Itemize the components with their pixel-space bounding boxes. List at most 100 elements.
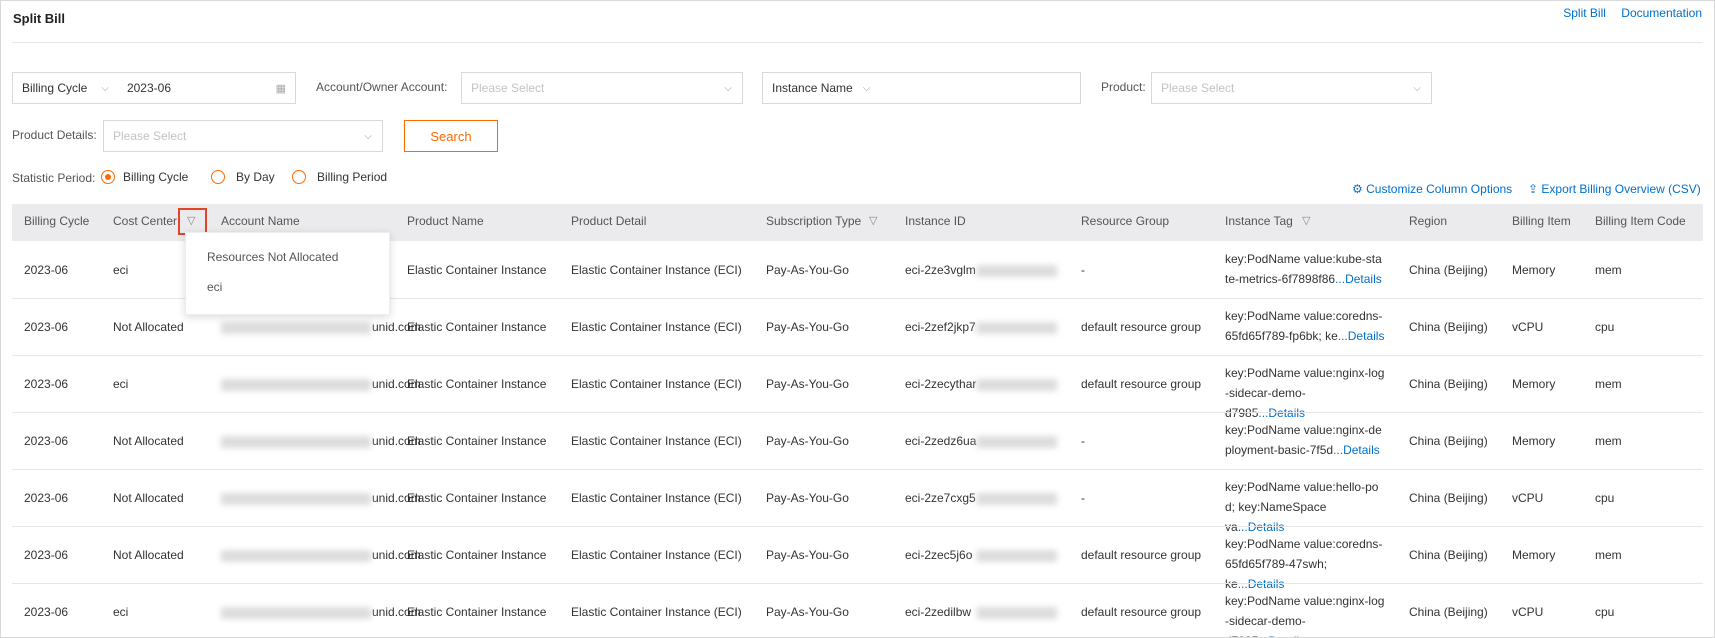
tag-line: -sidecar-demo-d7985...Details <box>1225 611 1385 637</box>
td-product-detail: Elastic Container Instance (ECI) <box>571 377 742 391</box>
td-billing-cycle: 2023-06 <box>24 434 69 448</box>
details-link[interactable]: ...Details <box>1238 520 1285 534</box>
account-suffix: unid.com <box>372 434 421 448</box>
td-billing-item-code: cpu <box>1595 491 1615 505</box>
chevron-down-icon: ⌵ <box>862 82 871 94</box>
blurred-text <box>977 265 1057 277</box>
top-links: Split Bill Documentation <box>1551 6 1702 20</box>
row-divider <box>12 526 1703 527</box>
details-link[interactable]: ...Details <box>1333 443 1380 457</box>
td-billing-cycle: 2023-06 <box>24 491 69 505</box>
td-billing-item: Memory <box>1512 548 1556 562</box>
search-button[interactable]: Search <box>404 120 498 152</box>
dropdown-option-eci[interactable]: eci <box>186 264 389 294</box>
td-account-name: unid.com <box>221 320 421 334</box>
radio-billing-cycle[interactable]: Billing Cycle <box>101 170 188 184</box>
tag-line: key:PodName value:nginx-log <box>1225 594 1385 608</box>
row-divider <box>12 469 1703 470</box>
tag-text: ployment-basic-7f5d <box>1225 443 1334 457</box>
details-link[interactable]: ...Details <box>1258 406 1305 420</box>
td-billing-cycle: 2023-06 <box>24 605 69 619</box>
td-region: China (Beijing) <box>1409 320 1488 334</box>
chevron-down-icon: ⌵ <box>101 82 109 94</box>
th-product-name: Product Name <box>407 214 484 228</box>
page-title: Split Bill <box>13 11 65 26</box>
td-instance-id: eci-2zecythar <box>905 377 977 391</box>
tag-line: ployment-basic-7f5d...Details <box>1225 440 1385 460</box>
split-bill-link[interactable]: Split Bill <box>1563 6 1606 20</box>
export-button[interactable]: ⇪ Export Billing Overview (CSV) <box>1528 182 1701 196</box>
td-region: China (Beijing) <box>1409 548 1488 562</box>
billing-cycle-value[interactable]: 2023-06 <box>127 81 171 95</box>
radio-billing-period-label: Billing Period <box>317 170 388 184</box>
td-product-name: Elastic Container Instance <box>407 263 547 277</box>
tag-line: d; key:NameSpace va...Details <box>1225 497 1385 537</box>
td-billing-item-code: mem <box>1595 434 1622 448</box>
th-resource-group: Resource Group <box>1081 214 1170 228</box>
td-instance-id: eci-2ze7cxg5 <box>905 491 976 505</box>
blurred-text <box>221 492 371 505</box>
td-resource-group: default resource group <box>1081 377 1202 391</box>
blurred-text <box>977 436 1057 448</box>
instance-name-select[interactable]: Instance Name <box>772 81 853 95</box>
td-subscription-type: Pay-As-You-Go <box>766 263 849 277</box>
filter-icon[interactable]: ▽ <box>869 214 877 227</box>
td-subscription-type: Pay-As-You-Go <box>766 434 849 448</box>
row-divider <box>12 355 1703 356</box>
cost-center-dropdown: Resources Not Allocated eci <box>185 232 390 315</box>
account-suffix: unid.com <box>372 320 421 334</box>
billing-cycle-field[interactable]: Billing Cycle ⌵ 2023-06 ▦ <box>12 72 296 104</box>
td-instance-id: eci-2zedilbw <box>905 605 972 619</box>
blurred-text <box>977 379 1057 391</box>
th-instance-tag: Instance Tag <box>1225 214 1293 228</box>
documentation-link[interactable]: Documentation <box>1621 6 1702 20</box>
instance-search-field[interactable]: Instance Name ⌵ <box>762 72 1081 104</box>
td-product-name: Elastic Container Instance <box>407 491 547 505</box>
customize-columns-button[interactable]: ⚙ Customize Column Options <box>1352 182 1512 196</box>
account-select[interactable]: Please Select ⌵ <box>461 72 743 104</box>
dropdown-option-resources-not-allocated[interactable]: Resources Not Allocated <box>186 233 389 264</box>
product-details-placeholder: Please Select <box>113 129 187 143</box>
tag-line: key:PodName value:hello-po <box>1225 480 1379 494</box>
filter-icon[interactable]: ▽ <box>1302 214 1310 227</box>
details-link[interactable]: ...Details <box>1238 577 1285 591</box>
tag-line: te-metrics-6f7898f86...Details <box>1225 269 1385 289</box>
customize-columns-label: Customize Column Options <box>1366 182 1513 196</box>
blurred-text <box>977 607 1057 619</box>
details-link[interactable]: ...Details <box>1335 272 1382 286</box>
td-subscription-type: Pay-As-You-Go <box>766 605 849 619</box>
highlight-box <box>178 208 207 235</box>
billing-cycle-select[interactable]: Billing Cycle <box>22 81 87 95</box>
td-product-name: Elastic Container Instance <box>407 548 547 562</box>
td-resource-group: default resource group <box>1081 548 1202 562</box>
td-resource-group: - <box>1081 434 1085 448</box>
td-product-name: Elastic Container Instance <box>407 434 547 448</box>
th-instance-id: Instance ID <box>905 214 966 228</box>
radio-empty-icon <box>292 170 306 184</box>
details-link[interactable]: ...Details <box>1258 634 1305 637</box>
product-placeholder: Please Select <box>1161 81 1235 95</box>
td-billing-item: Memory <box>1512 434 1556 448</box>
th-account-name: Account Name <box>221 214 300 228</box>
radio-billing-period[interactable]: Billing Period <box>292 170 387 184</box>
blurred-text <box>977 550 1057 562</box>
radio-by-day[interactable]: By Day <box>211 170 275 184</box>
td-product-detail: Elastic Container Instance (ECI) <box>571 491 742 505</box>
row-divider <box>12 412 1703 413</box>
td-cost-center: Not Allocated <box>113 548 184 562</box>
gear-icon: ⚙ <box>1352 182 1363 196</box>
details-link[interactable]: ...Details <box>1338 329 1385 343</box>
th-cost-center: Cost Center <box>113 214 178 228</box>
td-product-detail: Elastic Container Instance (ECI) <box>571 320 742 334</box>
account-suffix: unid.com <box>372 605 421 619</box>
tag-line: key:PodName value:coredns- <box>1225 309 1383 323</box>
td-billing-item-code: mem <box>1595 548 1622 562</box>
blurred-text <box>221 435 371 448</box>
td-account-name: unid.com <box>221 434 421 448</box>
product-select[interactable]: Please Select ⌵ <box>1151 72 1432 104</box>
th-region: Region <box>1409 214 1448 228</box>
product-details-select[interactable]: Please Select ⌵ <box>103 120 383 152</box>
td-product-detail: Elastic Container Instance (ECI) <box>571 263 742 277</box>
td-instance-tag: key:PodName value:nginx-log -sidecar-demo… <box>1225 363 1385 423</box>
th-billing-cycle: Billing Cycle <box>24 214 90 228</box>
